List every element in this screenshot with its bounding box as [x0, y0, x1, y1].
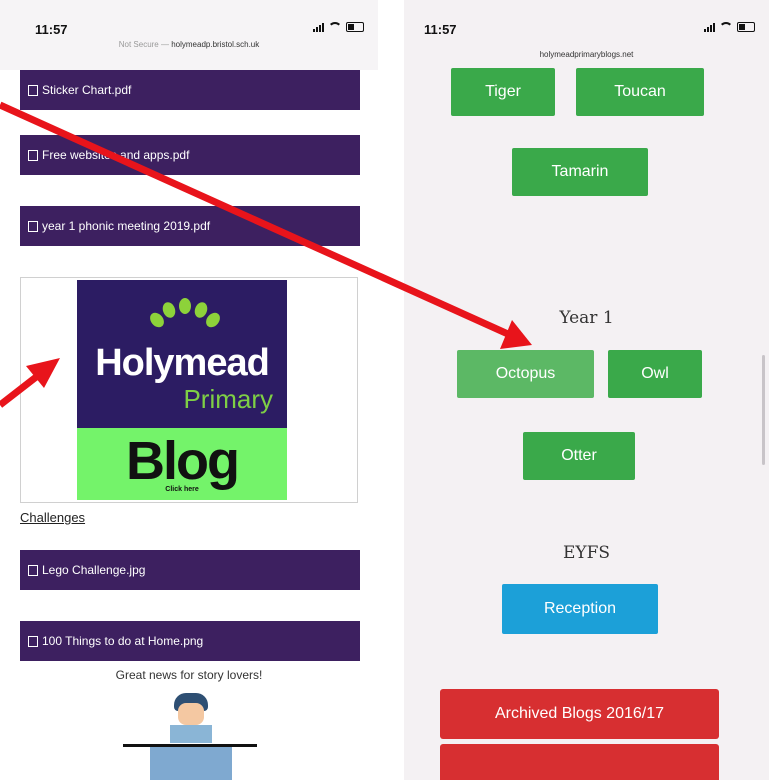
right-url-bar[interactable]: holymeadprimaryblogs.net	[404, 50, 769, 59]
right-status-bar: 11:57 holymeadprimaryblogs.net	[404, 0, 769, 68]
blog-logo-link[interactable]: Holymead Primary Blog Click here	[20, 277, 358, 503]
file-link-phonic-meeting[interactable]: year 1 phonic meeting 2019.pdf	[20, 206, 360, 246]
file-link-lego-challenge[interactable]: Lego Challenge.jpg	[20, 550, 360, 590]
logo-top-panel: Holymead Primary	[77, 280, 287, 428]
left-url-bar[interactable]: Not Secure — holymeadp.bristol.sch.uk	[0, 40, 378, 49]
left-status-bar: 11:57 Not Secure — holymeadp.bristol.sch…	[0, 0, 378, 70]
tree-leaves-icon	[147, 298, 223, 338]
pdf-file-icon	[28, 220, 38, 232]
signal-icon	[704, 22, 715, 32]
story-lovers-text: Great news for story lovers!	[115, 668, 263, 682]
file-link-label: Lego Challenge.jpg	[42, 563, 146, 577]
right-time: 11:57	[424, 22, 457, 37]
file-link-free-websites[interactable]: Free websites and apps.pdf	[20, 135, 360, 175]
holymead-blog-logo[interactable]: Holymead Primary Blog Click here	[77, 280, 287, 500]
not-secure-label: Not Secure —	[118, 40, 172, 49]
file-link-label: 100 Things to do at Home.png	[42, 634, 204, 648]
battery-icon	[737, 22, 755, 32]
right-url-text: holymeadprimaryblogs.net	[539, 50, 634, 59]
logo-click-here: Click here	[165, 486, 199, 493]
class-button-reception[interactable]: Reception	[502, 584, 658, 634]
reading-child-body	[150, 747, 232, 780]
pdf-file-icon	[28, 149, 38, 161]
file-link-label: Sticker Chart.pdf	[42, 83, 132, 97]
image-file-icon	[28, 564, 38, 576]
right-phone-screen: 11:57 holymeadprimaryblogs.net Tiger Tou…	[404, 0, 769, 780]
scrollbar[interactable]	[762, 355, 765, 465]
file-link-label: Free websites and apps.pdf	[42, 148, 190, 162]
reading-child-illustration	[168, 693, 214, 743]
file-link-sticker-chart[interactable]: Sticker Chart.pdf	[20, 70, 360, 110]
challenges-link[interactable]: Challenges	[20, 510, 85, 525]
eyfs-heading: EYFS	[562, 543, 611, 563]
logo-blog-word: Blog	[126, 431, 240, 491]
left-time: 11:57	[35, 22, 68, 37]
left-system-icons	[313, 22, 364, 32]
wifi-icon	[719, 22, 733, 32]
class-button-octopus[interactable]: Octopus	[457, 350, 594, 398]
left-url-text: holymeadp.bristol.sch.uk	[171, 40, 260, 49]
class-button-tiger[interactable]: Tiger	[451, 68, 555, 116]
logo-school: Primary	[183, 384, 273, 414]
pdf-file-icon	[28, 84, 38, 96]
logo-name: Holymead	[95, 342, 270, 384]
archived-blogs-button[interactable]: Archived Blogs 2016/17	[440, 689, 719, 739]
archived-blogs-button-next[interactable]	[440, 744, 719, 780]
wifi-icon	[328, 22, 342, 32]
signal-icon	[313, 22, 324, 32]
battery-icon	[346, 22, 364, 32]
class-button-otter[interactable]: Otter	[523, 432, 635, 480]
class-button-owl[interactable]: Owl	[608, 350, 702, 398]
image-file-icon	[28, 635, 38, 647]
class-button-tamarin[interactable]: Tamarin	[512, 148, 648, 196]
year-1-heading: Year 1	[559, 308, 614, 328]
file-link-label: year 1 phonic meeting 2019.pdf	[42, 219, 211, 233]
right-system-icons	[704, 22, 755, 32]
class-button-toucan[interactable]: Toucan	[576, 68, 704, 116]
file-link-100-things[interactable]: 100 Things to do at Home.png	[20, 621, 360, 661]
left-phone-screen: 11:57 Not Secure — holymeadp.bristol.sch…	[0, 0, 378, 780]
